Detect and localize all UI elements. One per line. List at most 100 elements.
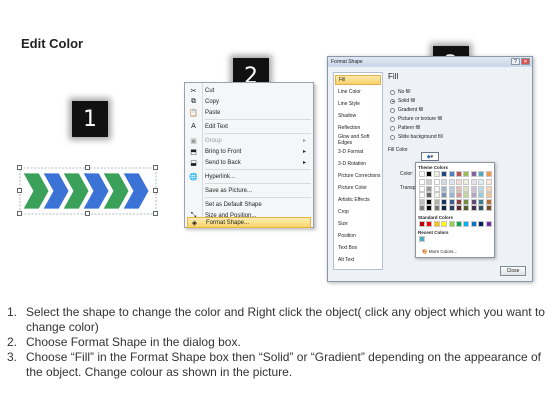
theme-color-swatch[interactable] [448,192,455,198]
theme-color-swatch[interactable] [463,198,470,205]
theme-color-swatch[interactable] [470,179,477,185]
nav-item-text-box[interactable]: Text Box [335,243,381,253]
theme-color-swatch[interactable] [419,192,425,198]
theme-color-swatch[interactable] [426,171,433,177]
theme-color-swatch[interactable] [456,192,462,198]
standard-color-swatch[interactable] [441,221,448,227]
theme-color-swatch[interactable] [470,185,477,192]
theme-color-swatch[interactable] [478,185,485,192]
theme-color-swatch[interactable] [478,198,485,205]
close-icon[interactable]: ✕ [521,58,530,65]
theme-color-swatch[interactable] [470,198,477,205]
theme-color-swatch[interactable] [433,179,440,185]
nav-item-size[interactable]: Size [335,219,381,229]
theme-color-swatch[interactable] [441,198,448,205]
nav-item-fill[interactable]: Fill [335,75,381,85]
theme-color-swatch[interactable] [478,171,485,177]
theme-color-swatch[interactable] [419,198,425,205]
radio-button[interactable] [390,116,395,122]
radio-button[interactable] [390,134,395,140]
theme-color-swatch[interactable] [485,171,492,177]
theme-color-swatch[interactable] [433,171,440,177]
theme-color-swatch[interactable] [448,171,455,177]
theme-color-swatch[interactable] [419,205,425,211]
selection-handle[interactable] [153,165,158,170]
theme-color-swatch[interactable] [463,179,470,185]
fill-option-picture[interactable]: Picture or texture fill [390,116,442,122]
theme-color-swatch[interactable] [456,185,462,192]
theme-color-swatch[interactable] [478,205,485,211]
fill-option-gradient[interactable]: Gradient fill [390,107,423,113]
theme-color-swatch[interactable] [456,179,462,185]
nav-item-reflection[interactable]: Reflection [335,123,381,133]
theme-color-swatch[interactable] [433,198,440,205]
menu-item-copy[interactable]: ⧉ Copy [187,96,311,107]
theme-color-swatch[interactable] [433,192,440,198]
theme-color-swatch[interactable] [448,198,455,205]
nav-item-crop[interactable]: Crop [335,207,381,217]
fill-option-solid[interactable]: Solid fill [390,98,415,104]
theme-color-swatch[interactable] [485,205,492,211]
theme-color-swatch[interactable] [485,179,492,185]
theme-color-swatch[interactable] [441,179,448,185]
standard-color-swatch[interactable] [470,221,477,227]
fill-option-slide-background[interactable]: Slide background fill [390,134,443,140]
selection-handle[interactable] [85,165,90,170]
standard-color-swatch[interactable] [419,221,425,227]
standard-color-swatch[interactable] [478,221,485,227]
theme-color-swatch[interactable] [470,192,477,198]
theme-color-swatch[interactable] [456,198,462,205]
standard-color-swatch[interactable] [485,221,492,227]
menu-item-format-shape[interactable]: ◈ Format Shape... [187,217,311,228]
theme-color-swatch[interactable] [463,171,470,177]
fill-option-no-fill[interactable]: No fill [390,89,411,95]
fill-color-dropdown[interactable]: ◆ ▾ [421,152,439,161]
radio-button[interactable] [390,107,395,113]
theme-color-swatch[interactable] [463,205,470,211]
standard-color-swatch[interactable] [448,221,455,227]
fill-option-pattern[interactable]: Pattern fill [390,125,420,131]
theme-color-swatch[interactable] [478,192,485,198]
nav-item-3d-format[interactable]: 3-D Format [335,147,381,157]
menu-item-save-as-picture[interactable]: Save as Picture... [187,185,311,196]
nav-item-glow[interactable]: Glow and Soft Edges [335,134,381,146]
nav-item-picture-color[interactable]: Picture Color [335,183,381,193]
selection-handle[interactable] [85,211,90,216]
nav-item-alt-text[interactable]: Alt Text [335,255,381,265]
menu-item-group[interactable]: ▣ Group ▸ [187,135,311,146]
theme-color-swatch[interactable] [456,205,462,211]
close-button[interactable]: Close [500,266,526,276]
nav-item-picture-corrections[interactable]: Picture Corrections [335,171,381,181]
theme-color-swatch[interactable] [426,185,433,192]
menu-item-paste[interactable]: 📋 Paste [187,107,311,118]
theme-color-swatch[interactable] [419,171,425,177]
theme-color-swatch[interactable] [470,205,477,211]
theme-color-swatch[interactable] [448,185,455,192]
theme-color-swatch[interactable] [419,179,425,185]
theme-color-swatch[interactable] [441,171,448,177]
theme-color-swatch[interactable] [441,192,448,198]
theme-color-swatch[interactable] [485,185,492,192]
theme-color-swatch[interactable] [463,185,470,192]
theme-color-swatch[interactable] [426,198,433,205]
menu-item-cut[interactable]: ✂ Cut [187,85,311,96]
chevron-shape-graphic[interactable] [17,165,159,217]
nav-item-line-style[interactable]: Line Style [335,99,381,109]
theme-color-swatch[interactable] [426,192,433,198]
nav-item-line-color[interactable]: Line Color [335,87,381,97]
menu-item-bring-to-front[interactable]: ⬒ Bring to Front ▸ [187,146,311,157]
nav-item-position[interactable]: Position [335,231,381,241]
theme-color-swatch[interactable] [463,192,470,198]
radio-button[interactable] [390,89,395,95]
theme-color-swatch[interactable] [448,179,455,185]
nav-item-shadow[interactable]: Shadow [335,111,381,121]
theme-color-swatch[interactable] [441,185,448,192]
selection-handle[interactable] [17,165,22,170]
chevron-segment[interactable] [22,172,50,210]
recent-color-swatch[interactable] [419,236,425,242]
nav-item-3d-rotation[interactable]: 3-D Rotation [335,159,381,169]
standard-color-swatch[interactable] [426,221,433,227]
standard-color-swatch[interactable] [456,221,462,227]
standard-color-swatch[interactable] [463,221,470,227]
theme-color-swatch[interactable] [485,198,492,205]
